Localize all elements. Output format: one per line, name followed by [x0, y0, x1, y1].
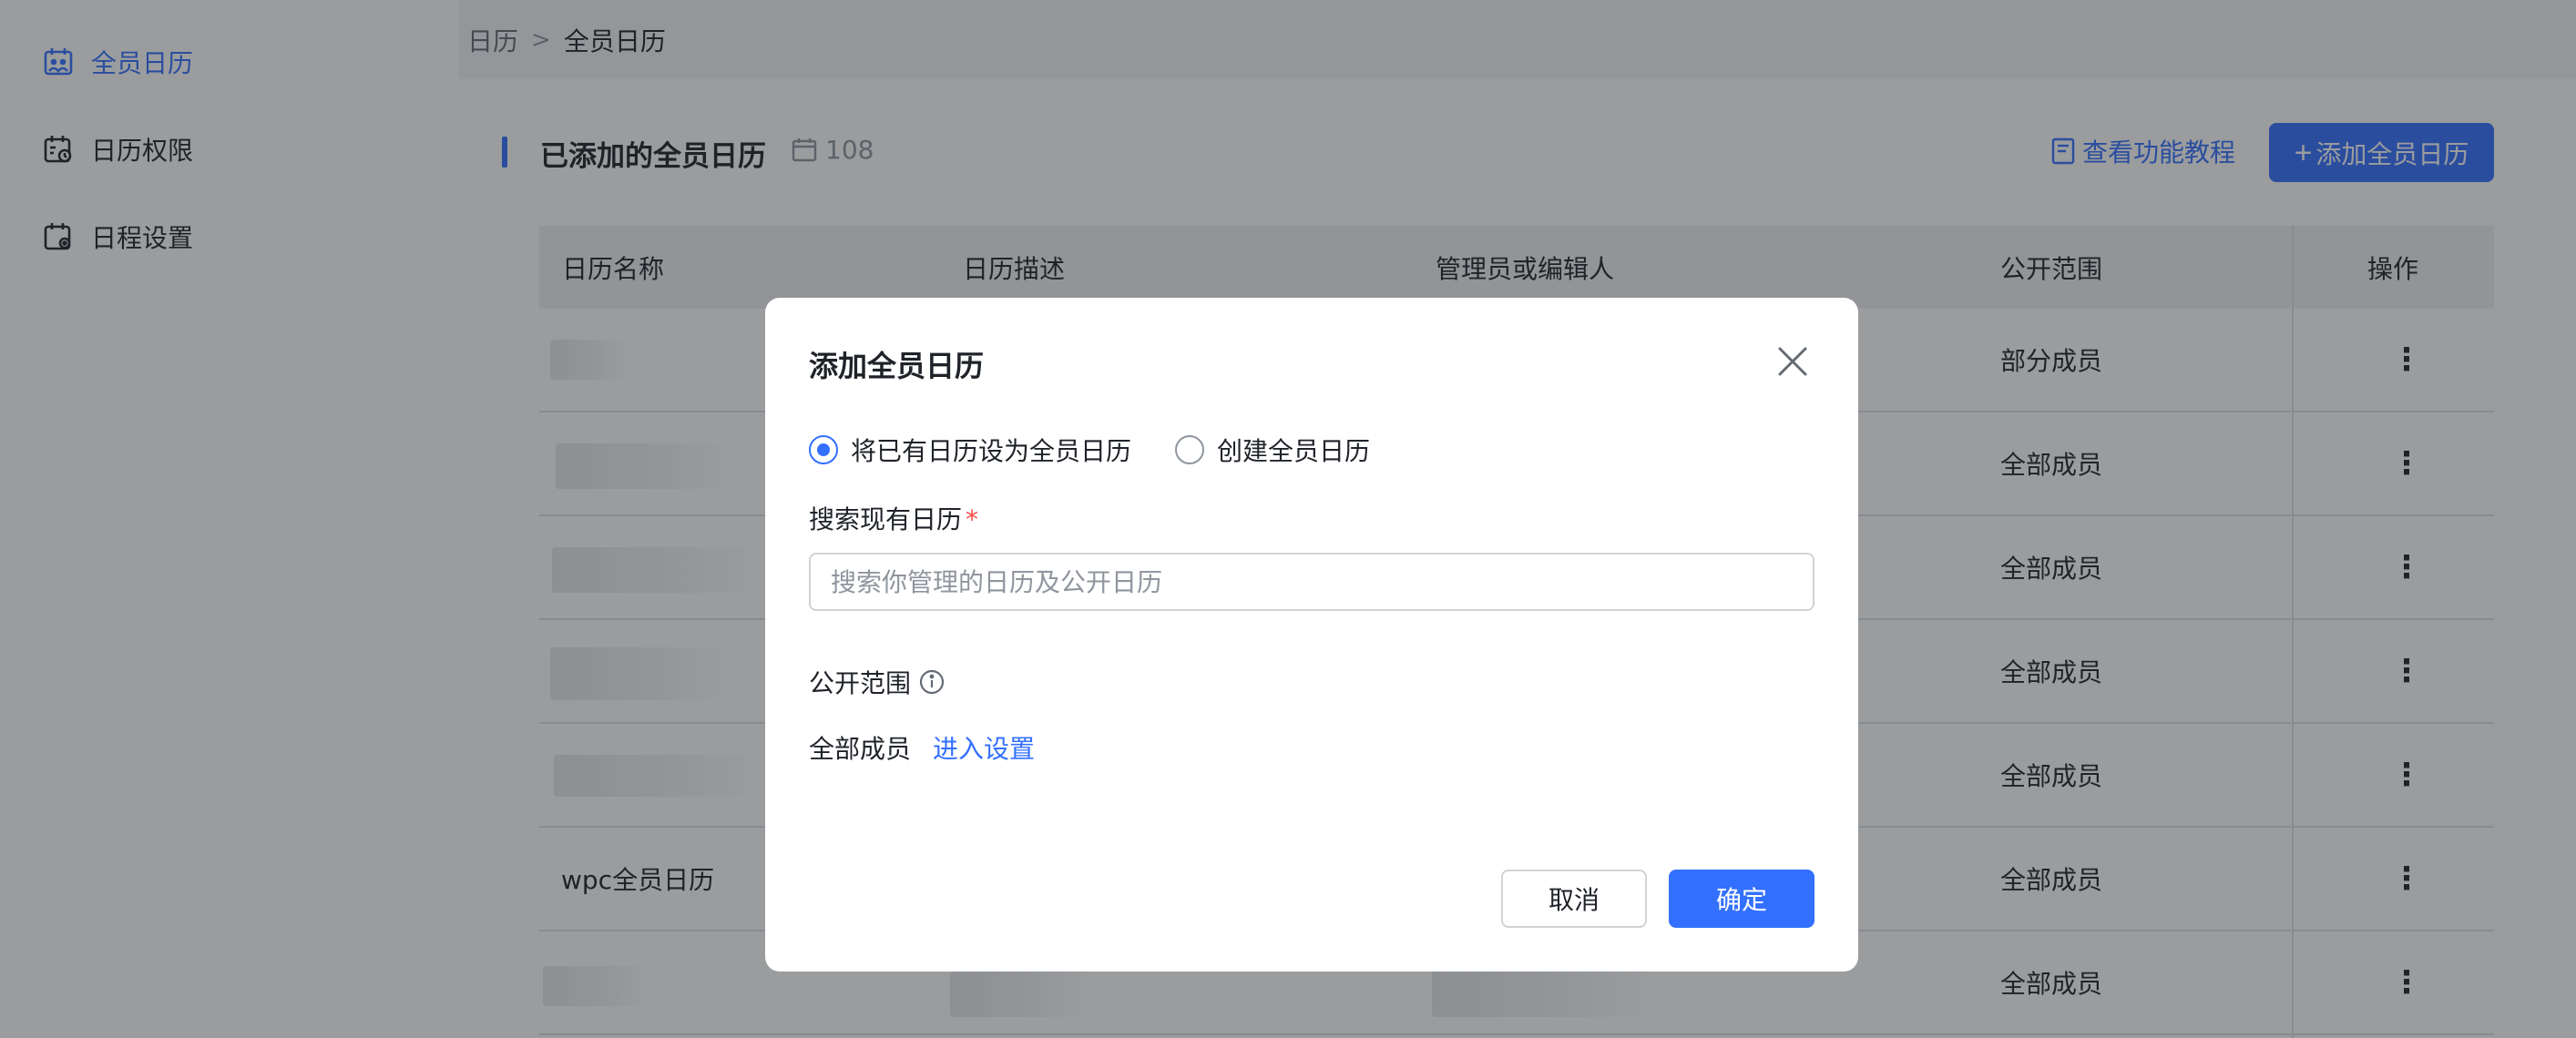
search-field-label: 搜索现有日历 * — [809, 500, 978, 536]
info-icon[interactable] — [918, 668, 946, 696]
radio-set-existing-calendar[interactable]: 将已有日历设为全员日历 — [809, 432, 1131, 468]
scope-value: 全部成员 — [809, 734, 912, 764]
radio-checked-icon — [809, 435, 838, 464]
search-label-text: 搜索现有日历 — [809, 504, 963, 534]
radio-create-calendar[interactable]: 创建全员日历 — [1175, 432, 1370, 468]
search-calendar-input[interactable] — [809, 553, 1814, 611]
radio-unchecked-icon — [1175, 435, 1205, 464]
scope-label-text: 公开范围 — [809, 668, 912, 698]
cancel-button[interactable]: 取消 — [1501, 870, 1647, 928]
confirm-button[interactable]: 确定 — [1669, 870, 1814, 928]
required-mark: * — [966, 504, 979, 534]
scope-value-row: 全部成员 进入设置 — [809, 729, 1035, 766]
enter-settings-link[interactable]: 进入设置 — [933, 729, 1035, 766]
dialog-title: 添加全员日历 — [809, 349, 985, 383]
radio-label: 将已有日历设为全员日历 — [851, 436, 1132, 466]
radio-label: 创建全员日历 — [1217, 436, 1371, 466]
close-icon[interactable] — [1774, 343, 1811, 380]
scope-label: 公开范围 — [809, 664, 946, 700]
add-calendar-dialog: 添加全员日历 将已有日历设为全员日历 创建全员日历 搜索现有日历* 公开范围 全… — [765, 298, 1858, 972]
calendar-mode-radio-group: 将已有日历设为全员日历 创建全员日历 — [809, 432, 1414, 468]
